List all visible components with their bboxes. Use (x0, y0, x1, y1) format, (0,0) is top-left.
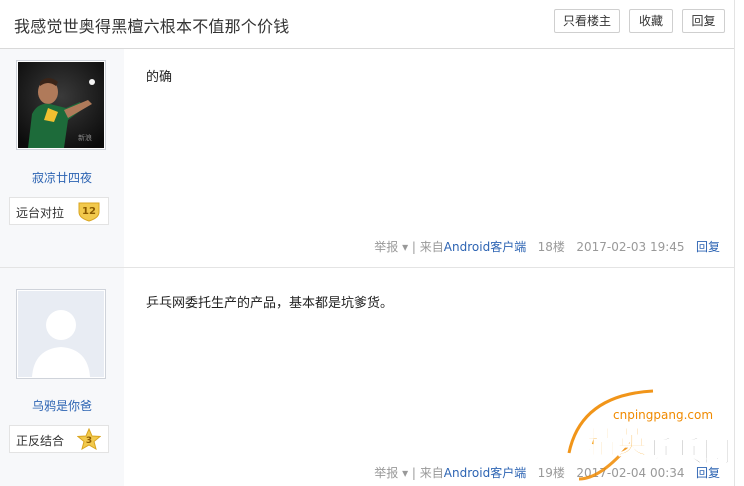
thread-title: 我感觉世奥得黑檀六根本不值那个价钱 (14, 17, 290, 36)
report-link[interactable]: 举报 ▾ (374, 466, 408, 480)
watermark-domain: cnpingpang.com (613, 408, 713, 422)
default-avatar-icon (18, 291, 104, 377)
report-link[interactable]: 举报 ▾ (374, 240, 408, 254)
username[interactable]: 寂凉廿四夜 (0, 169, 124, 186)
reply-thread-button[interactable]: 回复 (682, 9, 725, 33)
user-level: 正反结合 3 (9, 425, 109, 453)
svg-text:新浪: 新浪 (78, 133, 92, 142)
favorite-button[interactable]: 收藏 (629, 9, 673, 33)
post-content: 乒乓网委托生产的产品，基本都是坑爹货。 (146, 296, 394, 311)
thread-header: 我感觉世奥得黑檀六根本不值那个价钱 只看楼主 收藏 回复 (0, 0, 734, 49)
floor-number: 18楼 (537, 240, 565, 254)
source-prefix: 来自 (419, 240, 444, 254)
source-prefix: 来自 (419, 466, 444, 480)
tail-separator: | (408, 466, 420, 480)
level-number: 3 (86, 436, 92, 446)
watermark-brand-right: 乒乓网 (647, 435, 731, 468)
level-star-icon: 3 (77, 428, 101, 450)
user-level: 远台对拉 12 (9, 197, 109, 225)
watermark-brand-left: 精英 (587, 426, 648, 461)
post-floor-18: 新浪 寂凉廿四夜 远台对拉 12 的确 举报 ▾ | 来自Android客户端 … (0, 49, 734, 267)
client-link[interactable]: Android客户端 (444, 466, 526, 480)
client-link[interactable]: Android客户端 (444, 240, 526, 254)
post-content: 的确 (146, 70, 173, 85)
level-badge-icon: 12 (78, 202, 100, 222)
level-number: 12 (82, 206, 96, 217)
player-photo-avatar: 新浪 (18, 62, 104, 148)
avatar[interactable] (16, 289, 106, 379)
avatar[interactable]: 新浪 (16, 60, 106, 150)
username[interactable]: 乌鸦是你爸 (0, 397, 124, 414)
post-time: 2017-02-03 19:45 (576, 240, 685, 254)
level-name: 正反结合 (16, 434, 65, 448)
level-name: 远台对拉 (16, 206, 65, 220)
only-op-button[interactable]: 只看楼主 (554, 9, 620, 33)
reply-link[interactable]: 回复 (696, 240, 720, 254)
post-tail: 举报 ▾ | 来自Android客户端 18楼 2017-02-03 19:45… (374, 238, 720, 255)
tail-separator: | (408, 240, 420, 254)
site-watermark-logo: cnpingpang.com 精英 乒乓网 (567, 389, 732, 481)
